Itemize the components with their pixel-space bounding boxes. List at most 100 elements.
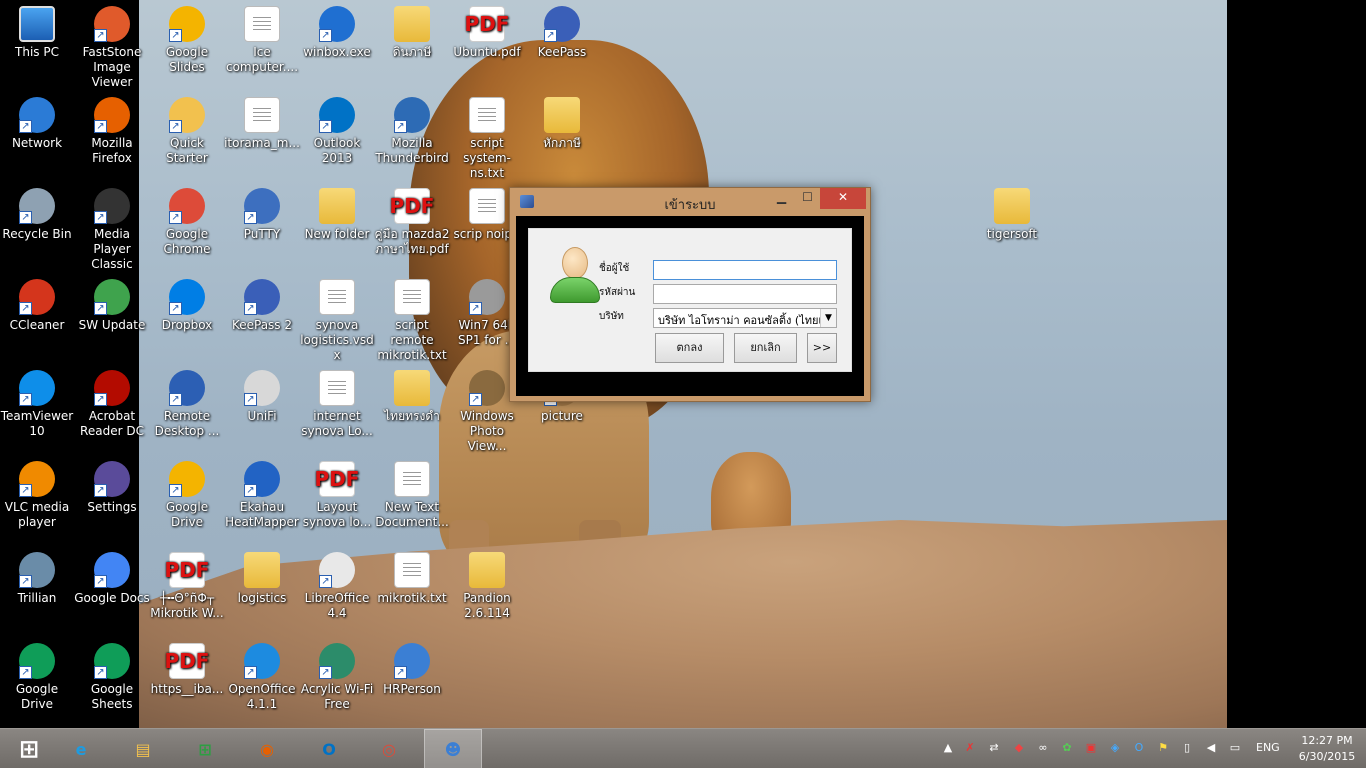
close-button[interactable]: ✕ bbox=[820, 188, 866, 209]
outlook-tray-icon[interactable]: O bbox=[1132, 741, 1146, 755]
desktop-icon[interactable]: script system-ns.txt bbox=[449, 93, 525, 181]
taskbar-app-internet-explorer[interactable]: e bbox=[52, 729, 110, 769]
desktop-icon-label: Settings bbox=[87, 500, 137, 514]
desktop-icon[interactable]: internet synova Lo... bbox=[299, 366, 375, 439]
desktop-icon[interactable]: ↗ HRPerson bbox=[374, 639, 450, 697]
desktop-icon[interactable]: ↗ PuTTY bbox=[224, 184, 300, 242]
desktop-icon[interactable]: ↗ Outlook 2013 bbox=[299, 93, 375, 166]
tray-app-icon[interactable]: ⇄ bbox=[987, 741, 1001, 755]
desktop-icon[interactable]: This PC bbox=[0, 2, 75, 60]
desktop-icon[interactable]: New folder bbox=[299, 184, 375, 242]
taskbar-app-chrome[interactable]: ◎ bbox=[360, 729, 418, 769]
show-hidden-icons-icon[interactable]: ▲ bbox=[941, 741, 955, 755]
tray-app-icon[interactable]: ▣ bbox=[1084, 741, 1098, 755]
desktop-icon[interactable]: ↗ Google Sheets bbox=[74, 639, 150, 712]
desktop-icon[interactable]: PDF Ubuntu.pdf bbox=[449, 2, 525, 60]
desktop-icon[interactable]: ↗ UniFi bbox=[224, 366, 300, 424]
desktop-icon[interactable]: ↗ Mozilla Firefox bbox=[74, 93, 150, 166]
desktop-icon[interactable]: ↗ Media Player Classic bbox=[74, 184, 150, 272]
desktop-icon[interactable]: ↗ Quick Starter bbox=[149, 93, 225, 166]
desktop-icon[interactable]: ↗ LibreOffice 4.4 bbox=[299, 548, 375, 621]
desktop-icon-label: New folder bbox=[304, 227, 370, 241]
desktop-icon[interactable]: ↗ Google Slides bbox=[149, 2, 225, 75]
action-center-icon[interactable]: ⚑ bbox=[1156, 741, 1170, 755]
taskbar-app-file-explorer[interactable]: ▤ bbox=[114, 729, 172, 769]
desktop-icon[interactable]: ↗ Acrobat Reader DC bbox=[74, 366, 150, 439]
desktop-icon[interactable]: New Text Document... bbox=[374, 457, 450, 530]
minimize-button[interactable]: ▁ bbox=[768, 188, 795, 209]
taskbar-app-firefox[interactable]: ◉ bbox=[238, 729, 296, 769]
desktop-icon-label: itorama_m... bbox=[224, 136, 300, 150]
desktop-icon[interactable]: ↗ Acrylic Wi-Fi Free bbox=[299, 639, 375, 712]
language-indicator[interactable]: ENG bbox=[1256, 741, 1280, 754]
desktop-icon[interactable]: synova logistics.vsdx bbox=[299, 275, 375, 363]
password-field[interactable] bbox=[653, 284, 837, 304]
desktop-icon[interactable]: script remote mikrotik.txt bbox=[374, 275, 450, 363]
maximize-button[interactable]: ☐ bbox=[794, 188, 821, 209]
desktop-icon[interactable]: ↗ CCleaner bbox=[0, 275, 75, 333]
ok-button[interactable]: ตกลง bbox=[655, 333, 724, 363]
desktop-icon[interactable]: ↗ Google Drive bbox=[0, 639, 75, 712]
desktop-icon[interactable]: Ice computer.... bbox=[224, 2, 300, 75]
desktop-icon[interactable]: PDF ┼╍Θ°ñΦ┬ Mikrotik W... bbox=[149, 548, 225, 621]
dialog-titlebar[interactable]: เข้าระบบ ▁ ☐ ✕ bbox=[510, 188, 870, 216]
more-button[interactable]: >> bbox=[807, 333, 837, 363]
desktop-icon[interactable]: ↗ Google Drive bbox=[149, 457, 225, 530]
desktop-icon[interactable]: Pandion 2.6.114 bbox=[449, 548, 525, 621]
desktop-icon[interactable]: ↗ Google Docs bbox=[74, 548, 150, 606]
desktop-icon[interactable]: ↗ Recycle Bin bbox=[0, 184, 75, 242]
company-select[interactable]: บริษัท ไอโทราม่า คอนซัลติ้ง (ไทยแลนด์) ▼ bbox=[653, 308, 837, 328]
volume-icon[interactable]: ◀ bbox=[1204, 741, 1218, 755]
tray-app-icon[interactable]: ∞ bbox=[1036, 741, 1050, 755]
desktop-icon[interactable]: PDF Layout synova lo... bbox=[299, 457, 375, 530]
shortcut-arrow-icon: ↗ bbox=[244, 302, 257, 315]
app-icon: ↗ bbox=[94, 370, 130, 406]
desktop-icon[interactable]: ↗ KeePass 2 bbox=[224, 275, 300, 333]
desktop-icon[interactable]: ↗ Google Chrome bbox=[149, 184, 225, 257]
desktop-icon[interactable]: PDF คู่มือ mazda2 ภาษาไทย.pdf bbox=[374, 184, 450, 257]
network-icon[interactable]: ▭ bbox=[1228, 741, 1242, 755]
desktop-icon[interactable]: ↗ Remote Desktop ... bbox=[149, 366, 225, 439]
desktop-icon[interactable]: ↗ Mozilla Thunderbird bbox=[374, 93, 450, 166]
start-button[interactable]: ⊞ bbox=[0, 729, 58, 769]
desktop-icon[interactable]: itorama_m... bbox=[224, 93, 300, 151]
desktop-icon[interactable]: ↗ KeePass bbox=[524, 2, 600, 60]
cancel-button[interactable]: ยกเลิก bbox=[734, 333, 797, 363]
clock[interactable]: 12:27 PM 6/30/2015 bbox=[1292, 733, 1362, 765]
chevron-down-icon[interactable]: ▼ bbox=[820, 309, 836, 327]
desktop-icon[interactable]: ดินภาษี bbox=[374, 2, 450, 60]
username-field[interactable] bbox=[653, 260, 837, 280]
desktop-icon-label: คู่มือ mazda2 ภาษาไทย.pdf bbox=[374, 227, 450, 256]
desktop-icon[interactable]: ↗ Settings bbox=[74, 457, 150, 515]
desktop-icon[interactable]: ↗ Ekahau HeatMapper bbox=[224, 457, 300, 530]
taskbar-app-outlook[interactable]: O bbox=[300, 729, 358, 769]
desktop-icon-label: Mozilla Thunderbird bbox=[375, 136, 449, 165]
desktop-icon[interactable]: logistics bbox=[224, 548, 300, 606]
taskbar-app-hrperson[interactable]: ☻ bbox=[424, 729, 482, 769]
desktop-icon[interactable]: ไทยทรงดำ bbox=[374, 366, 450, 424]
tray-app-icon[interactable]: ◆ bbox=[1012, 741, 1026, 755]
desktop-icon-label: Google Drive bbox=[165, 500, 209, 529]
power-icon[interactable]: ▯ bbox=[1180, 741, 1194, 755]
desktop-icon[interactable]: PDF https__iba... bbox=[149, 639, 225, 697]
desktop-icon[interactable]: tigersoft bbox=[974, 184, 1050, 242]
taskbar-app-store[interactable]: ⊞ bbox=[176, 729, 234, 769]
desktop-icon[interactable]: หักภาษี bbox=[524, 93, 600, 151]
desktop-icon[interactable]: ↗ OpenOffice 4.1.1 bbox=[224, 639, 300, 712]
desktop-icon-label: Outlook 2013 bbox=[313, 136, 361, 165]
desktop-icon[interactable]: ↗ Network bbox=[0, 93, 75, 151]
tray-app-icon[interactable]: ✿ bbox=[1060, 741, 1074, 755]
app-icon: ↗ bbox=[319, 552, 355, 588]
desktop-icon[interactable]: ↗ Trillian bbox=[0, 548, 75, 606]
desktop-icon[interactable]: ↗ FastStone Image Viewer bbox=[74, 2, 150, 90]
desktop-icon-label: script remote mikrotik.txt bbox=[377, 318, 447, 362]
desktop-icon[interactable]: ↗ SW Update bbox=[74, 275, 150, 333]
tray-app-icon[interactable]: ✗ bbox=[963, 741, 977, 755]
desktop-icon[interactable]: ↗ winbox.exe bbox=[299, 2, 375, 60]
desktop-icon[interactable]: ↗ VLC media player bbox=[0, 457, 75, 530]
tray-app-icon[interactable]: ◈ bbox=[1108, 741, 1122, 755]
desktop-icon[interactable]: mikrotik.txt bbox=[374, 548, 450, 606]
shortcut-arrow-icon: ↗ bbox=[94, 666, 107, 679]
desktop-icon[interactable]: ↗ TeamViewer 10 bbox=[0, 366, 75, 439]
desktop-icon[interactable]: ↗ Dropbox bbox=[149, 275, 225, 333]
